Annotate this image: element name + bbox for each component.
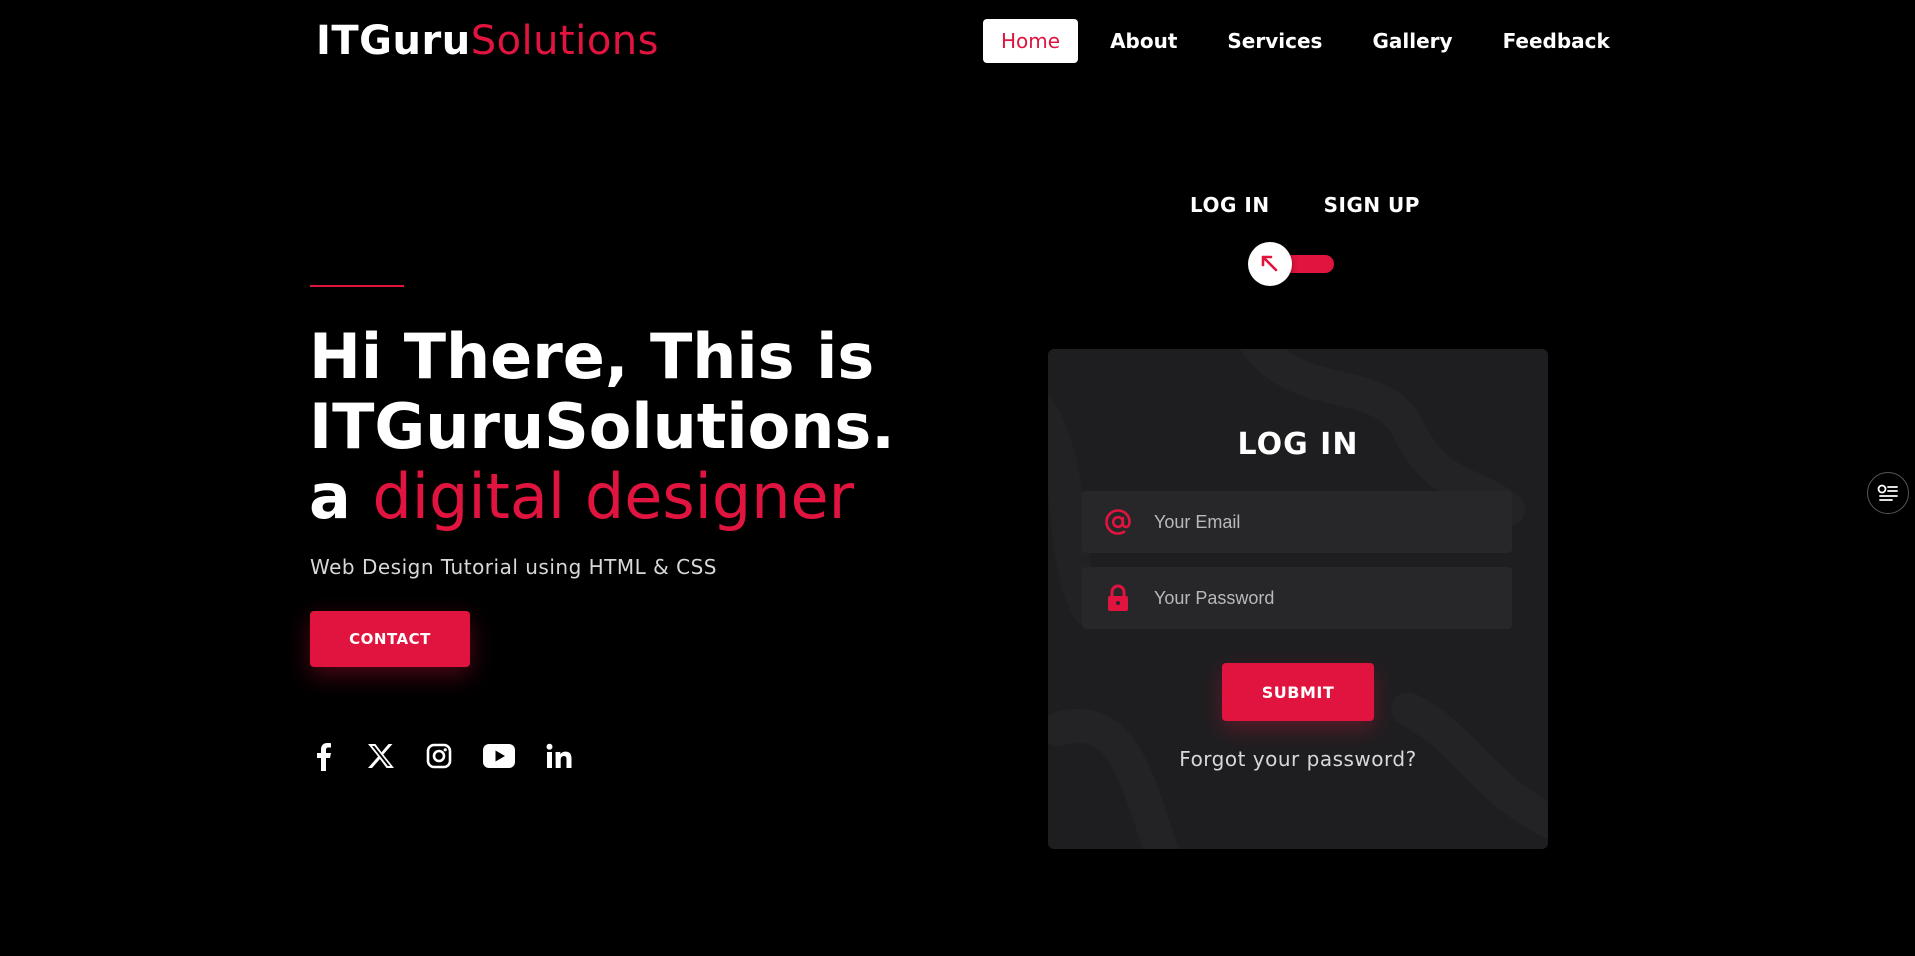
nav-item-about[interactable]: About bbox=[1092, 19, 1195, 63]
hero-heading-line1: Hi There, This is bbox=[309, 320, 875, 393]
nav-item-feedback[interactable]: Feedback bbox=[1485, 19, 1628, 63]
filter-list-icon[interactable] bbox=[1867, 472, 1909, 514]
hero-subtitle: Web Design Tutorial using HTML & CSS bbox=[310, 555, 717, 579]
hero-heading-line3-prefix: a bbox=[309, 460, 373, 533]
tab-sign-up[interactable]: SIGN UP bbox=[1324, 193, 1420, 217]
contact-button[interactable]: CONTACT bbox=[310, 611, 470, 667]
forgot-password-link[interactable]: Forgot your password? bbox=[1048, 747, 1548, 771]
tab-log-in[interactable]: LOG IN bbox=[1190, 193, 1270, 217]
youtube-icon[interactable] bbox=[482, 741, 516, 771]
brand-name-primary: ITGuru bbox=[316, 18, 471, 64]
nav-item-services[interactable]: Services bbox=[1209, 19, 1340, 63]
instagram-icon[interactable] bbox=[424, 741, 454, 771]
login-card: LOG IN SUBMIT Forgot your password? bbox=[1048, 349, 1548, 849]
main-nav: Home About Services Gallery Feedback bbox=[983, 19, 1642, 63]
brand-logo[interactable]: ITGuruSolutions bbox=[316, 18, 659, 64]
hero-heading-accent: digital designer bbox=[372, 460, 855, 533]
auth-tabs: LOG IN SIGN UP bbox=[1190, 193, 1420, 217]
password-field[interactable] bbox=[1082, 567, 1512, 629]
hero-heading-line2: ITGuruSolutions. bbox=[309, 390, 895, 463]
arrow-up-left-icon bbox=[1261, 255, 1278, 272]
nav-item-gallery[interactable]: Gallery bbox=[1354, 19, 1470, 63]
password-input[interactable] bbox=[1154, 587, 1494, 609]
lock-icon bbox=[1082, 584, 1154, 612]
submit-button[interactable]: SUBMIT bbox=[1222, 663, 1374, 721]
login-card-title: LOG IN bbox=[1237, 427, 1359, 462]
brand-name-accent: Solutions bbox=[470, 18, 659, 64]
hero-heading: Hi There, This is ITGuruSolutions. a dig… bbox=[309, 322, 895, 532]
email-input[interactable] bbox=[1154, 511, 1494, 533]
at-sign-icon bbox=[1082, 508, 1154, 536]
email-field[interactable] bbox=[1082, 491, 1512, 553]
nav-item-home[interactable]: Home bbox=[983, 19, 1079, 63]
auth-toggle-knob[interactable] bbox=[1248, 242, 1292, 286]
x-icon[interactable] bbox=[366, 741, 396, 771]
social-links bbox=[308, 741, 602, 771]
facebook-icon[interactable] bbox=[308, 741, 338, 771]
linkedin-icon[interactable] bbox=[544, 741, 574, 771]
hero-accent-line bbox=[310, 285, 404, 287]
